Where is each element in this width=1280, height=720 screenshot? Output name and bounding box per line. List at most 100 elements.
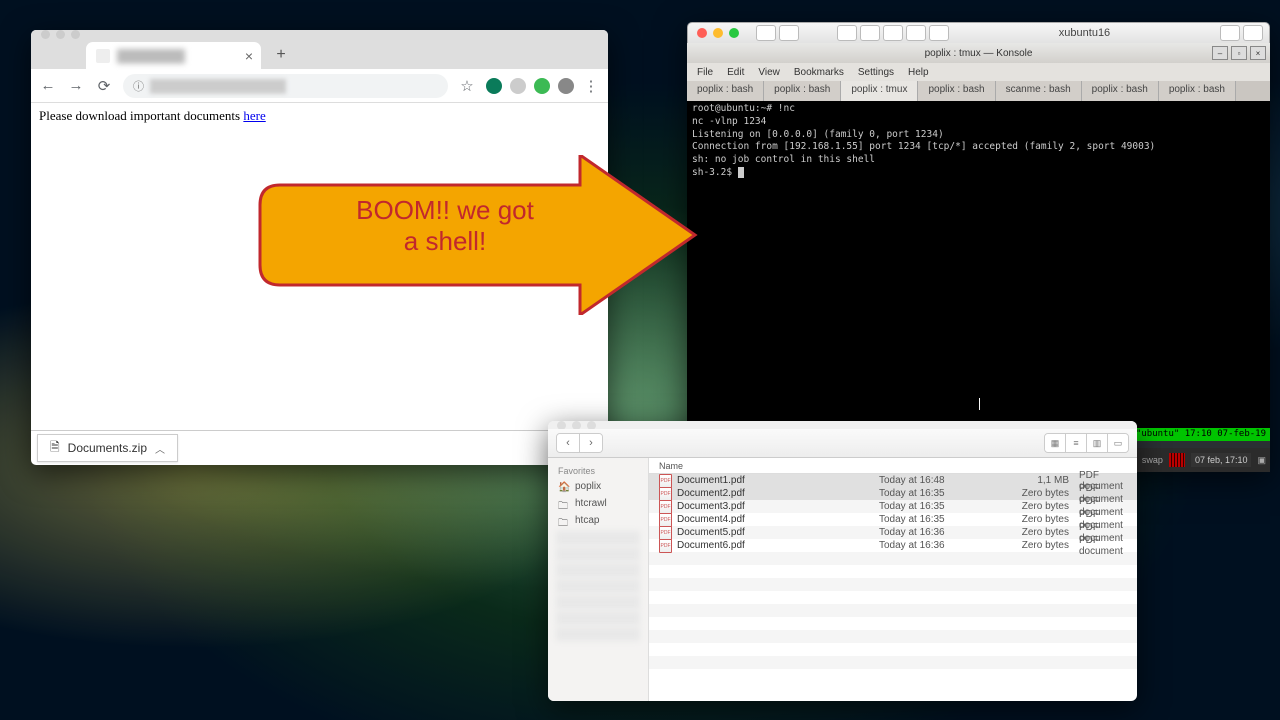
tab-title: ████████	[117, 49, 185, 63]
menu-item[interactable]: Settings	[858, 67, 894, 78]
sidebar-item[interactable]: 🗀htcrawl	[548, 495, 648, 512]
chevron-up-icon[interactable]: ︿	[155, 441, 165, 456]
vm-toolbar-button[interactable]	[1243, 25, 1263, 41]
extension-icon[interactable]	[510, 78, 526, 94]
menu-item[interactable]: Bookmarks	[794, 67, 844, 78]
page-text: Please download important documents	[39, 108, 243, 123]
file-row[interactable]: PDFDocument2.pdf Today at 16:35Zero byte…	[649, 487, 1137, 500]
terminal-tab[interactable]: poplix : tmux	[841, 81, 918, 101]
swap-label: swap	[1142, 455, 1163, 465]
vm-toolbar-button[interactable]	[837, 25, 857, 41]
new-tab-button[interactable]: +	[271, 45, 291, 65]
terminal-tab[interactable]: poplix : bash	[687, 81, 764, 101]
address-bar[interactable]: ⓘ ████████████████	[123, 74, 448, 98]
finder-nav: ‹ ›	[556, 433, 603, 453]
pdf-icon: PDF	[659, 474, 672, 488]
star-icon[interactable]: ☆	[458, 77, 476, 95]
terminal-tab[interactable]: poplix : bash	[1159, 81, 1236, 101]
sidebar-item[interactable]: 🗀htcap	[548, 512, 648, 529]
menu-item[interactable]: File	[697, 67, 713, 78]
file-row[interactable]: PDFDocument4.pdf Today at 16:35Zero byte…	[649, 513, 1137, 526]
finder-window: ‹ › ▦ ≡ ▥ ▭ Favorites 🏠poplix🗀htcrawl🗀ht…	[548, 421, 1137, 701]
finder-file-list: Name PDFDocument1.pdf Today at 16:481,1 …	[649, 458, 1137, 701]
terminal-tab[interactable]: scanme : bash	[996, 81, 1082, 101]
terminal-tab[interactable]: poplix : bash	[764, 81, 841, 101]
sidebar-item-blurred	[556, 595, 640, 609]
pdf-icon: PDF	[659, 500, 672, 514]
menu-item[interactable]: View	[758, 67, 780, 78]
konsole-window: poplix : tmux — Konsole – ▫ × File Edit Vi…	[687, 43, 1270, 441]
page-content: Please download important documents here	[31, 103, 608, 430]
gallery-view-button[interactable]: ▭	[1107, 434, 1128, 452]
chrome-traffic-lights	[31, 30, 608, 39]
pdf-icon: PDF	[659, 526, 672, 540]
forward-button[interactable]: →	[67, 77, 85, 94]
zoom-button[interactable]	[729, 28, 739, 38]
close-button[interactable]	[697, 28, 707, 38]
download-filename: Documents.zip	[68, 441, 147, 455]
minimize-button[interactable]: –	[1212, 46, 1228, 60]
konsole-title: poplix : tmux — Konsole	[925, 48, 1033, 59]
forward-button[interactable]: ›	[579, 434, 602, 452]
clock[interactable]: 07 feb, 17:10	[1191, 453, 1252, 467]
sidebar-item-blurred	[556, 579, 640, 593]
guest-desktop: poplix : tmux — Konsole – ▫ × File Edit Vi…	[687, 43, 1270, 472]
extension-icon[interactable]	[486, 78, 502, 94]
vm-title: xubuntu16	[949, 27, 1220, 39]
konsole-titlebar: poplix : tmux — Konsole – ▫ ×	[687, 43, 1270, 63]
file-row[interactable]: PDFDocument1.pdf Today at 16:481,1 MBPDF…	[649, 474, 1137, 487]
sidebar-item-blurred	[556, 547, 640, 561]
vm-toolbar-button[interactable]	[756, 25, 776, 41]
extension-icon[interactable]	[534, 78, 550, 94]
download-item[interactable]: 🗎 Documents.zip ︿	[37, 434, 178, 462]
menu-icon[interactable]: ⋮	[582, 77, 600, 95]
download-link[interactable]: here	[243, 108, 265, 123]
column-view-button[interactable]: ▥	[1086, 434, 1107, 452]
maximize-button[interactable]: ▫	[1231, 46, 1247, 60]
konsole-menubar: File Edit View Bookmarks Settings Help	[687, 63, 1270, 81]
file-row[interactable]: PDFDocument3.pdf Today at 16:35Zero byte…	[649, 500, 1137, 513]
vm-toolbar-button[interactable]	[779, 25, 799, 41]
vm-titlebar: xubuntu16	[687, 22, 1270, 44]
avatar-icon[interactable]	[558, 78, 574, 94]
chrome-window: ████████ × + ← → ⟳ ⓘ ████████████████ ☆ …	[31, 30, 608, 465]
back-button[interactable]: ‹	[557, 434, 579, 452]
sidebar-item-blurred	[556, 611, 640, 625]
finder-toolbar: ‹ › ▦ ≡ ▥ ▭	[548, 429, 1137, 458]
sidebar-item-blurred	[556, 627, 640, 641]
back-button[interactable]: ←	[39, 77, 57, 94]
file-row[interactable]: PDFDocument6.pdf Today at 16:36Zero byte…	[649, 539, 1137, 552]
user-icon[interactable]: ▣	[1257, 455, 1266, 466]
vm-toolbar-button[interactable]	[883, 25, 903, 41]
close-button[interactable]: ×	[1250, 46, 1266, 60]
chrome-tab[interactable]: ████████ ×	[86, 42, 261, 69]
cursor	[738, 167, 744, 178]
sidebar-item[interactable]: 🏠poplix	[548, 478, 648, 495]
finder-view-switch: ▦ ≡ ▥ ▭	[1044, 433, 1129, 453]
vm-toolbar-button[interactable]	[860, 25, 880, 41]
minimize-button[interactable]	[713, 28, 723, 38]
chrome-tabstrip: ████████ × +	[31, 39, 608, 69]
col-name[interactable]: Name	[649, 461, 879, 471]
pdf-icon: PDF	[659, 539, 672, 553]
list-view-button[interactable]: ≡	[1065, 434, 1086, 452]
list-header: Name	[649, 458, 1137, 474]
vm-toolbar-button[interactable]	[1220, 25, 1240, 41]
vm-toolbar-button[interactable]	[906, 25, 926, 41]
tmux-right: "ubuntu" 17:10 07-feb-19	[1136, 428, 1266, 441]
finder-sidebar: Favorites 🏠poplix🗀htcrawl🗀htcap	[548, 458, 649, 701]
menu-item[interactable]: Help	[908, 67, 929, 78]
terminal-tab[interactable]: poplix : bash	[1082, 81, 1159, 101]
sidebar-item-blurred	[556, 531, 640, 545]
reload-button[interactable]: ⟳	[95, 77, 113, 95]
vm-toolbar-button[interactable]	[929, 25, 949, 41]
close-icon[interactable]: ×	[245, 48, 253, 64]
icon-view-button[interactable]: ▦	[1045, 434, 1065, 452]
menu-item[interactable]: Edit	[727, 67, 744, 78]
info-icon: ⓘ	[133, 78, 144, 94]
cpu-graph	[1169, 453, 1185, 467]
sidebar-header: Favorites	[548, 464, 648, 478]
file-row[interactable]: PDFDocument5.pdf Today at 16:36Zero byte…	[649, 526, 1137, 539]
terminal-tab[interactable]: poplix : bash	[918, 81, 995, 101]
terminal-output[interactable]: root@ubuntu:~# !nc nc -vlnp 1234 Listeni…	[687, 101, 1270, 441]
